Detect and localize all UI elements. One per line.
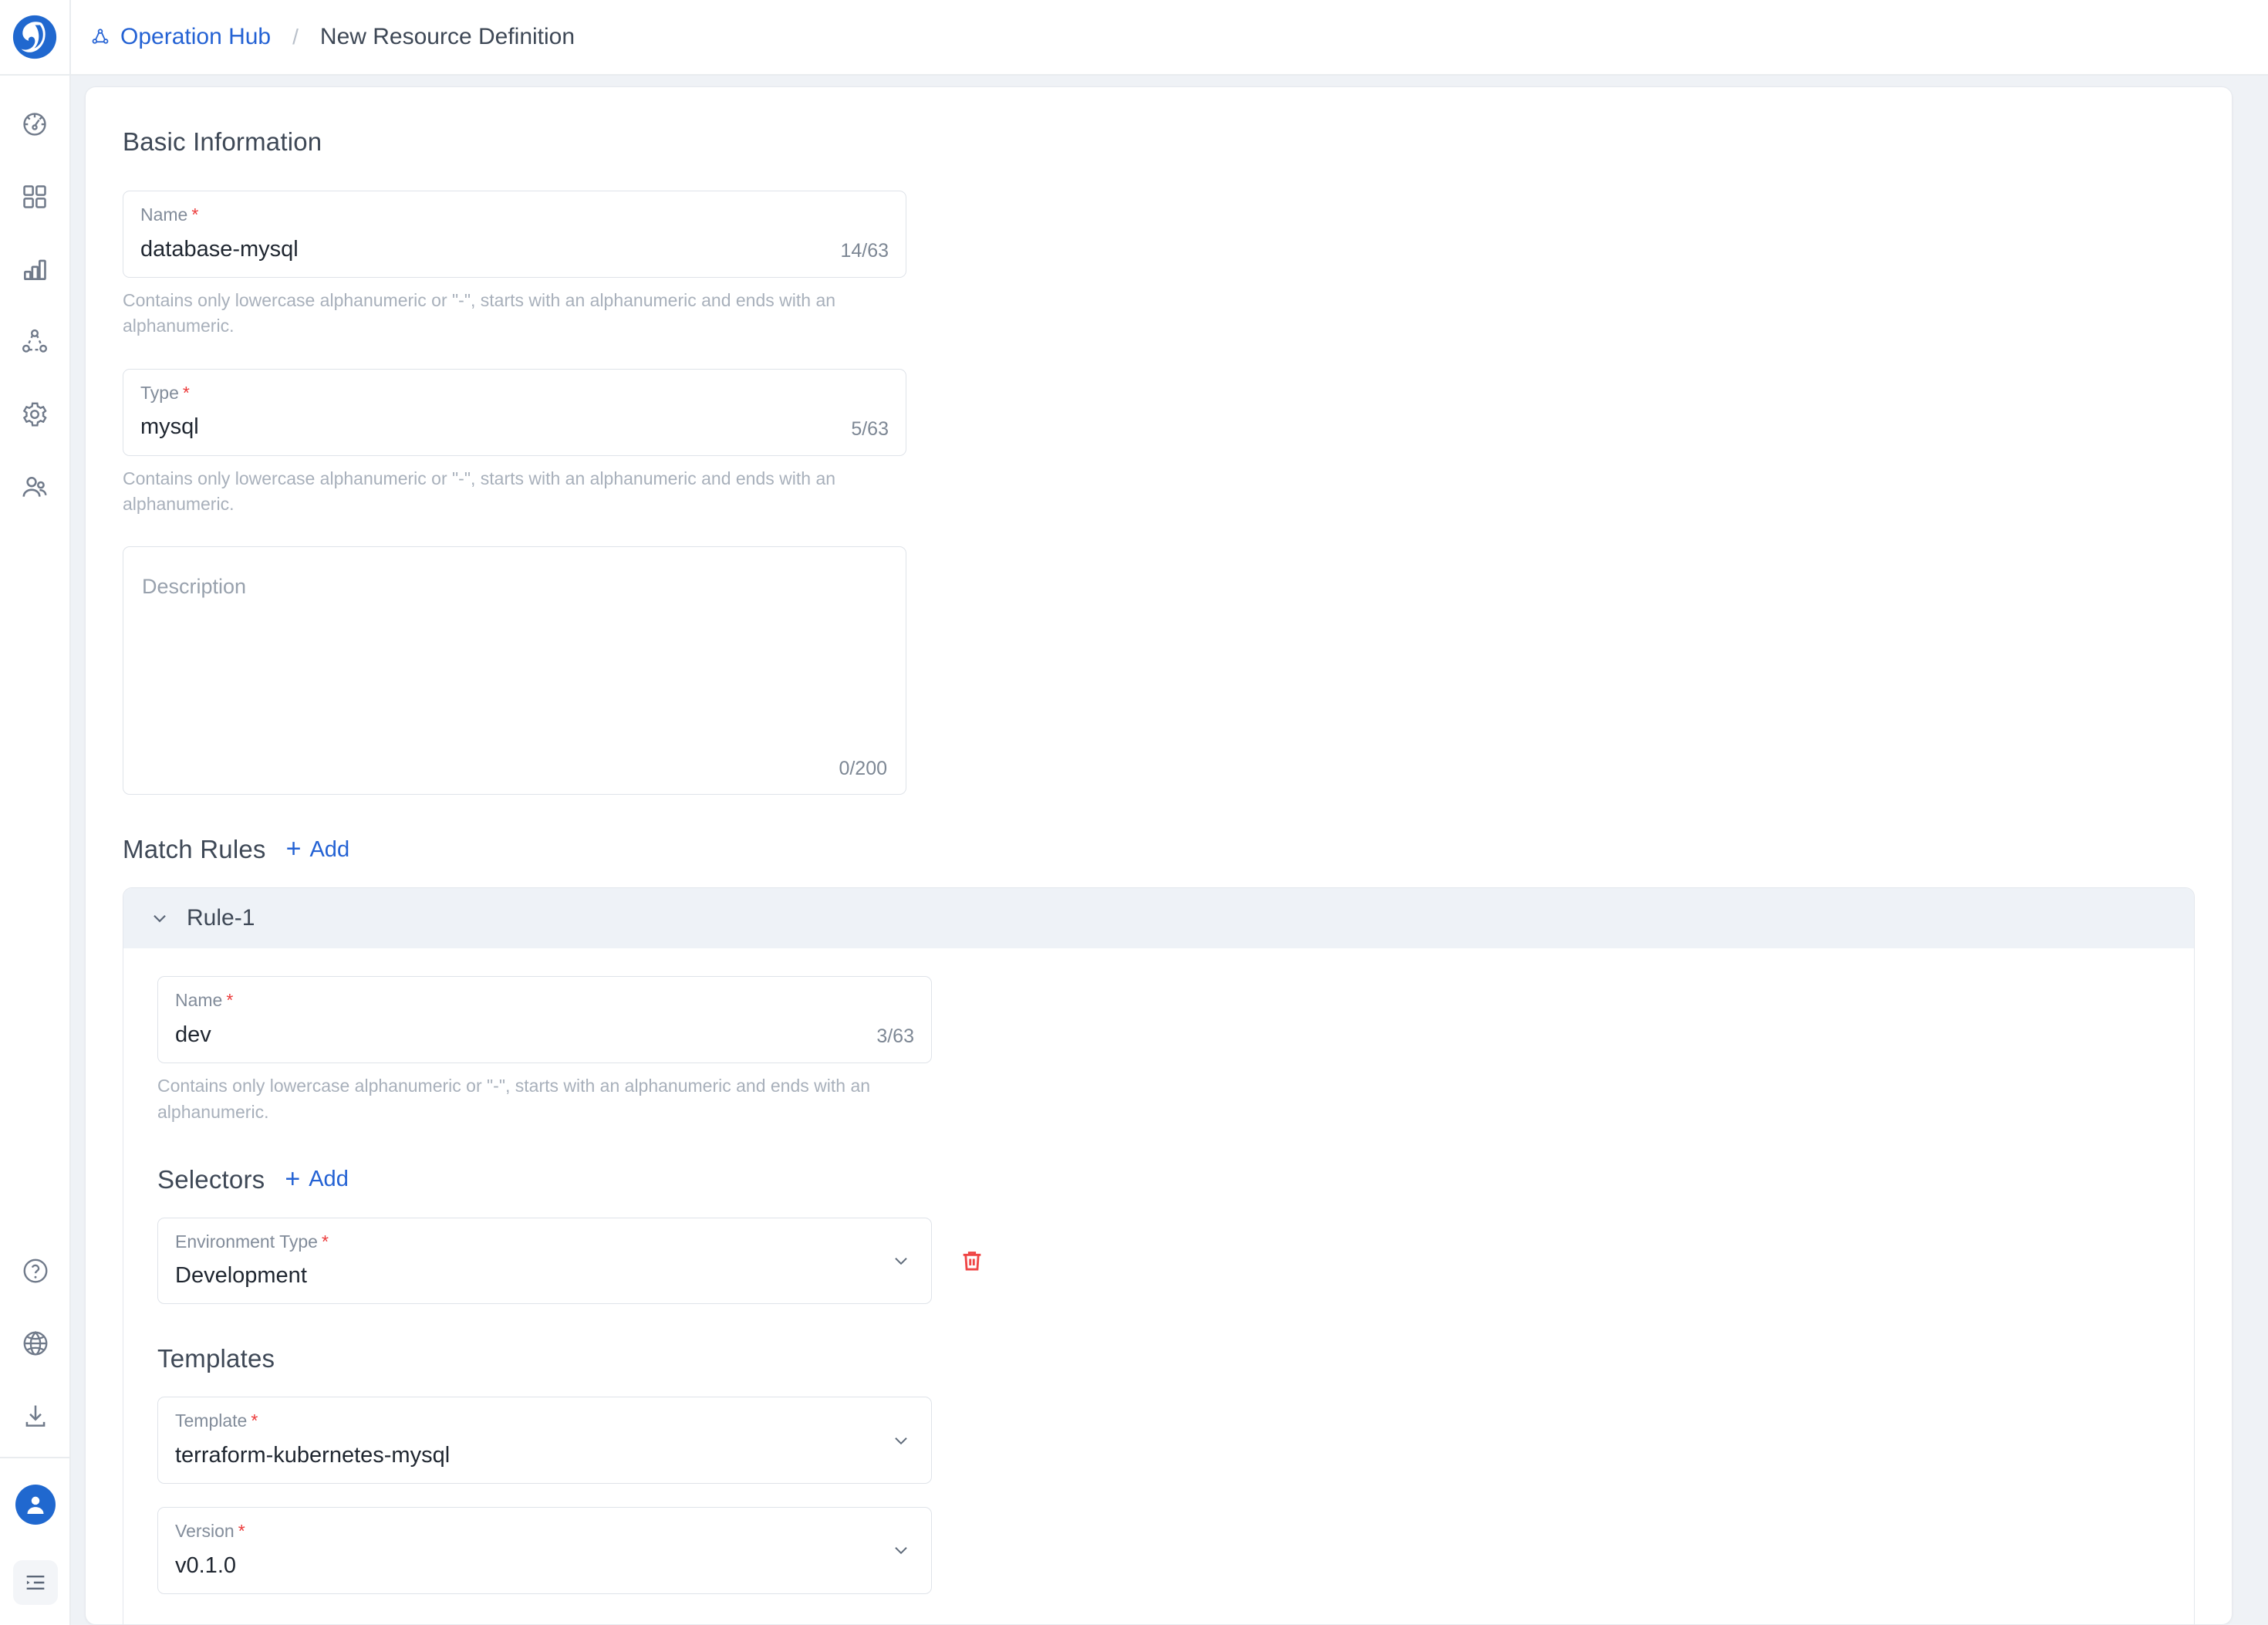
- avatar[interactable]: [15, 1485, 56, 1525]
- sidebar-item-language[interactable]: [15, 1323, 56, 1364]
- rule-name-hint: Contains only lowercase alphanumeric or …: [157, 1076, 871, 1122]
- sidebar-item-operation-hub[interactable]: [14, 321, 56, 363]
- templates-title: Templates: [157, 1344, 275, 1373]
- chevron-down-icon: [891, 1431, 911, 1451]
- required-mark: *: [251, 1410, 258, 1431]
- main-area: Operation Hub / New Resource Definition …: [71, 0, 2268, 1625]
- sidebar-nav-top: [14, 76, 56, 508]
- primary-sidebar: [0, 0, 71, 1625]
- type-input[interactable]: mysql: [140, 414, 199, 440]
- app-logo[interactable]: [0, 0, 70, 76]
- grid-apps-icon: [23, 185, 46, 208]
- required-mark: *: [182, 382, 190, 403]
- sidebar-collapse-button[interactable]: [13, 1560, 58, 1605]
- topology-network-icon: [22, 329, 48, 353]
- sidebar-item-reports[interactable]: [14, 248, 56, 290]
- breadcrumb-operation-hub[interactable]: Operation Hub: [90, 24, 271, 50]
- sidebar-nav-bottom: [0, 1250, 71, 1625]
- download-icon: [25, 1405, 46, 1427]
- delete-selector-button[interactable]: [952, 1241, 992, 1281]
- help-circle-icon: [23, 1258, 48, 1283]
- rule-name-label: Name *: [175, 990, 234, 1011]
- walrus-logo-icon: [12, 15, 57, 59]
- user-avatar-icon: [27, 1496, 44, 1515]
- type-field-label: Type *: [140, 382, 190, 403]
- type-field[interactable]: Type * mysql 5/63: [123, 368, 906, 456]
- chevron-down-icon: [150, 908, 170, 928]
- trash-icon: [963, 1252, 981, 1271]
- rule-name-input[interactable]: dev: [175, 1022, 211, 1048]
- globe-icon: [23, 1330, 48, 1356]
- description-textarea[interactable]: Description 0/200: [123, 546, 906, 796]
- rule-body: Name * dev 3/63 Contains only lowercase a…: [123, 948, 2194, 1624]
- collapse-menu-icon: [26, 1576, 45, 1590]
- name-field-label: Name *: [140, 204, 199, 225]
- rule-name-field[interactable]: Name * dev 3/63: [157, 976, 932, 1064]
- plus-icon: +: [285, 834, 302, 864]
- chevron-down-icon: [891, 1251, 911, 1271]
- name-char-counter: 14/63: [840, 239, 889, 262]
- required-mark: *: [226, 990, 234, 1011]
- template-label: Template *: [175, 1410, 258, 1431]
- add-match-rule-label: Add: [309, 836, 350, 862]
- breadcrumb-separator: /: [292, 25, 299, 49]
- rule-name-char-counter: 3/63: [876, 1025, 914, 1048]
- match-rule-card: Rule-1 Name * dev 3/63 Contains only low…: [123, 887, 2195, 1624]
- bar-chart-icon: [23, 259, 46, 281]
- plus-icon: +: [285, 1164, 301, 1194]
- required-mark: *: [238, 1521, 245, 1542]
- sidebar-item-applications[interactable]: [14, 176, 56, 218]
- sidebar-item-dashboard[interactable]: [14, 103, 56, 145]
- app-root: Operation Hub / New Resource Definition …: [0, 0, 2268, 1625]
- version-label: Version *: [175, 1521, 245, 1542]
- name-field[interactable]: Name * database-mysql 14/63: [123, 191, 906, 278]
- environment-type-value: Development: [175, 1263, 307, 1289]
- environment-type-select[interactable]: Environment Type * Development: [157, 1217, 932, 1305]
- sidebar-item-download[interactable]: [15, 1395, 56, 1437]
- required-mark: *: [191, 204, 199, 225]
- template-value: terraform-kubernetes-mysql: [175, 1443, 451, 1468]
- rule-title: Rule-1: [187, 905, 255, 931]
- breadcrumb-current: New Resource Definition: [319, 24, 575, 49]
- required-mark: *: [321, 1231, 329, 1252]
- template-select[interactable]: Template * terraform-kubernetes-mysql: [157, 1397, 932, 1485]
- name-field-hint: Contains only lowercase alphanumeric or …: [123, 289, 836, 336]
- match-rules-header: Match Rules + Add: [123, 835, 2195, 864]
- topology-network-icon: [92, 29, 109, 44]
- page-title: Basic Information: [123, 127, 322, 156]
- users-icon: [22, 477, 47, 497]
- add-selector-button[interactable]: + Add: [285, 1164, 349, 1194]
- rule-name-row: dev 3/63: [175, 1022, 914, 1048]
- card-content: Basic Information Name * database-mysql 1…: [86, 127, 2232, 1624]
- type-field-row: mysql 5/63: [140, 414, 889, 440]
- type-char-counter: 5/63: [851, 417, 889, 440]
- gear-icon: [22, 402, 47, 427]
- selector-row: Environment Type * Development: [157, 1217, 2160, 1305]
- description-char-counter: 0/200: [839, 758, 887, 780]
- rule-header-toggle[interactable]: Rule-1: [123, 888, 2194, 949]
- match-rules-title: Match Rules: [123, 835, 266, 864]
- chevron-down-icon: [891, 1540, 911, 1560]
- name-input[interactable]: database-mysql: [140, 237, 299, 262]
- breadcrumb-root-label: Operation Hub: [120, 24, 272, 49]
- environment-type-label: Environment Type *: [175, 1231, 329, 1252]
- top-breadcrumb-bar: Operation Hub / New Resource Definition: [71, 0, 2268, 76]
- resource-definition-card: Basic Information Name * database-mysql 1…: [85, 86, 2233, 1625]
- page-canvas: Basic Information Name * database-mysql 1…: [71, 76, 2268, 1625]
- description-placeholder: Description: [142, 575, 247, 599]
- sidebar-item-help[interactable]: [15, 1250, 56, 1292]
- selectors-title: Selectors: [157, 1164, 265, 1194]
- add-selector-label: Add: [309, 1167, 349, 1192]
- dashboard-gauge-icon: [23, 113, 46, 136]
- sidebar-item-settings[interactable]: [14, 394, 56, 435]
- name-field-row: database-mysql 14/63: [140, 237, 889, 262]
- add-match-rule-button[interactable]: + Add: [286, 836, 349, 863]
- version-value: v0.1.0: [175, 1552, 236, 1578]
- version-select[interactable]: Version * v0.1.0: [157, 1507, 932, 1594]
- sidebar-divider: [0, 1457, 71, 1458]
- type-field-hint: Contains only lowercase alphanumeric or …: [123, 468, 836, 514]
- selectors-header: Selectors + Add: [157, 1165, 2160, 1194]
- sidebar-item-users[interactable]: [14, 466, 56, 508]
